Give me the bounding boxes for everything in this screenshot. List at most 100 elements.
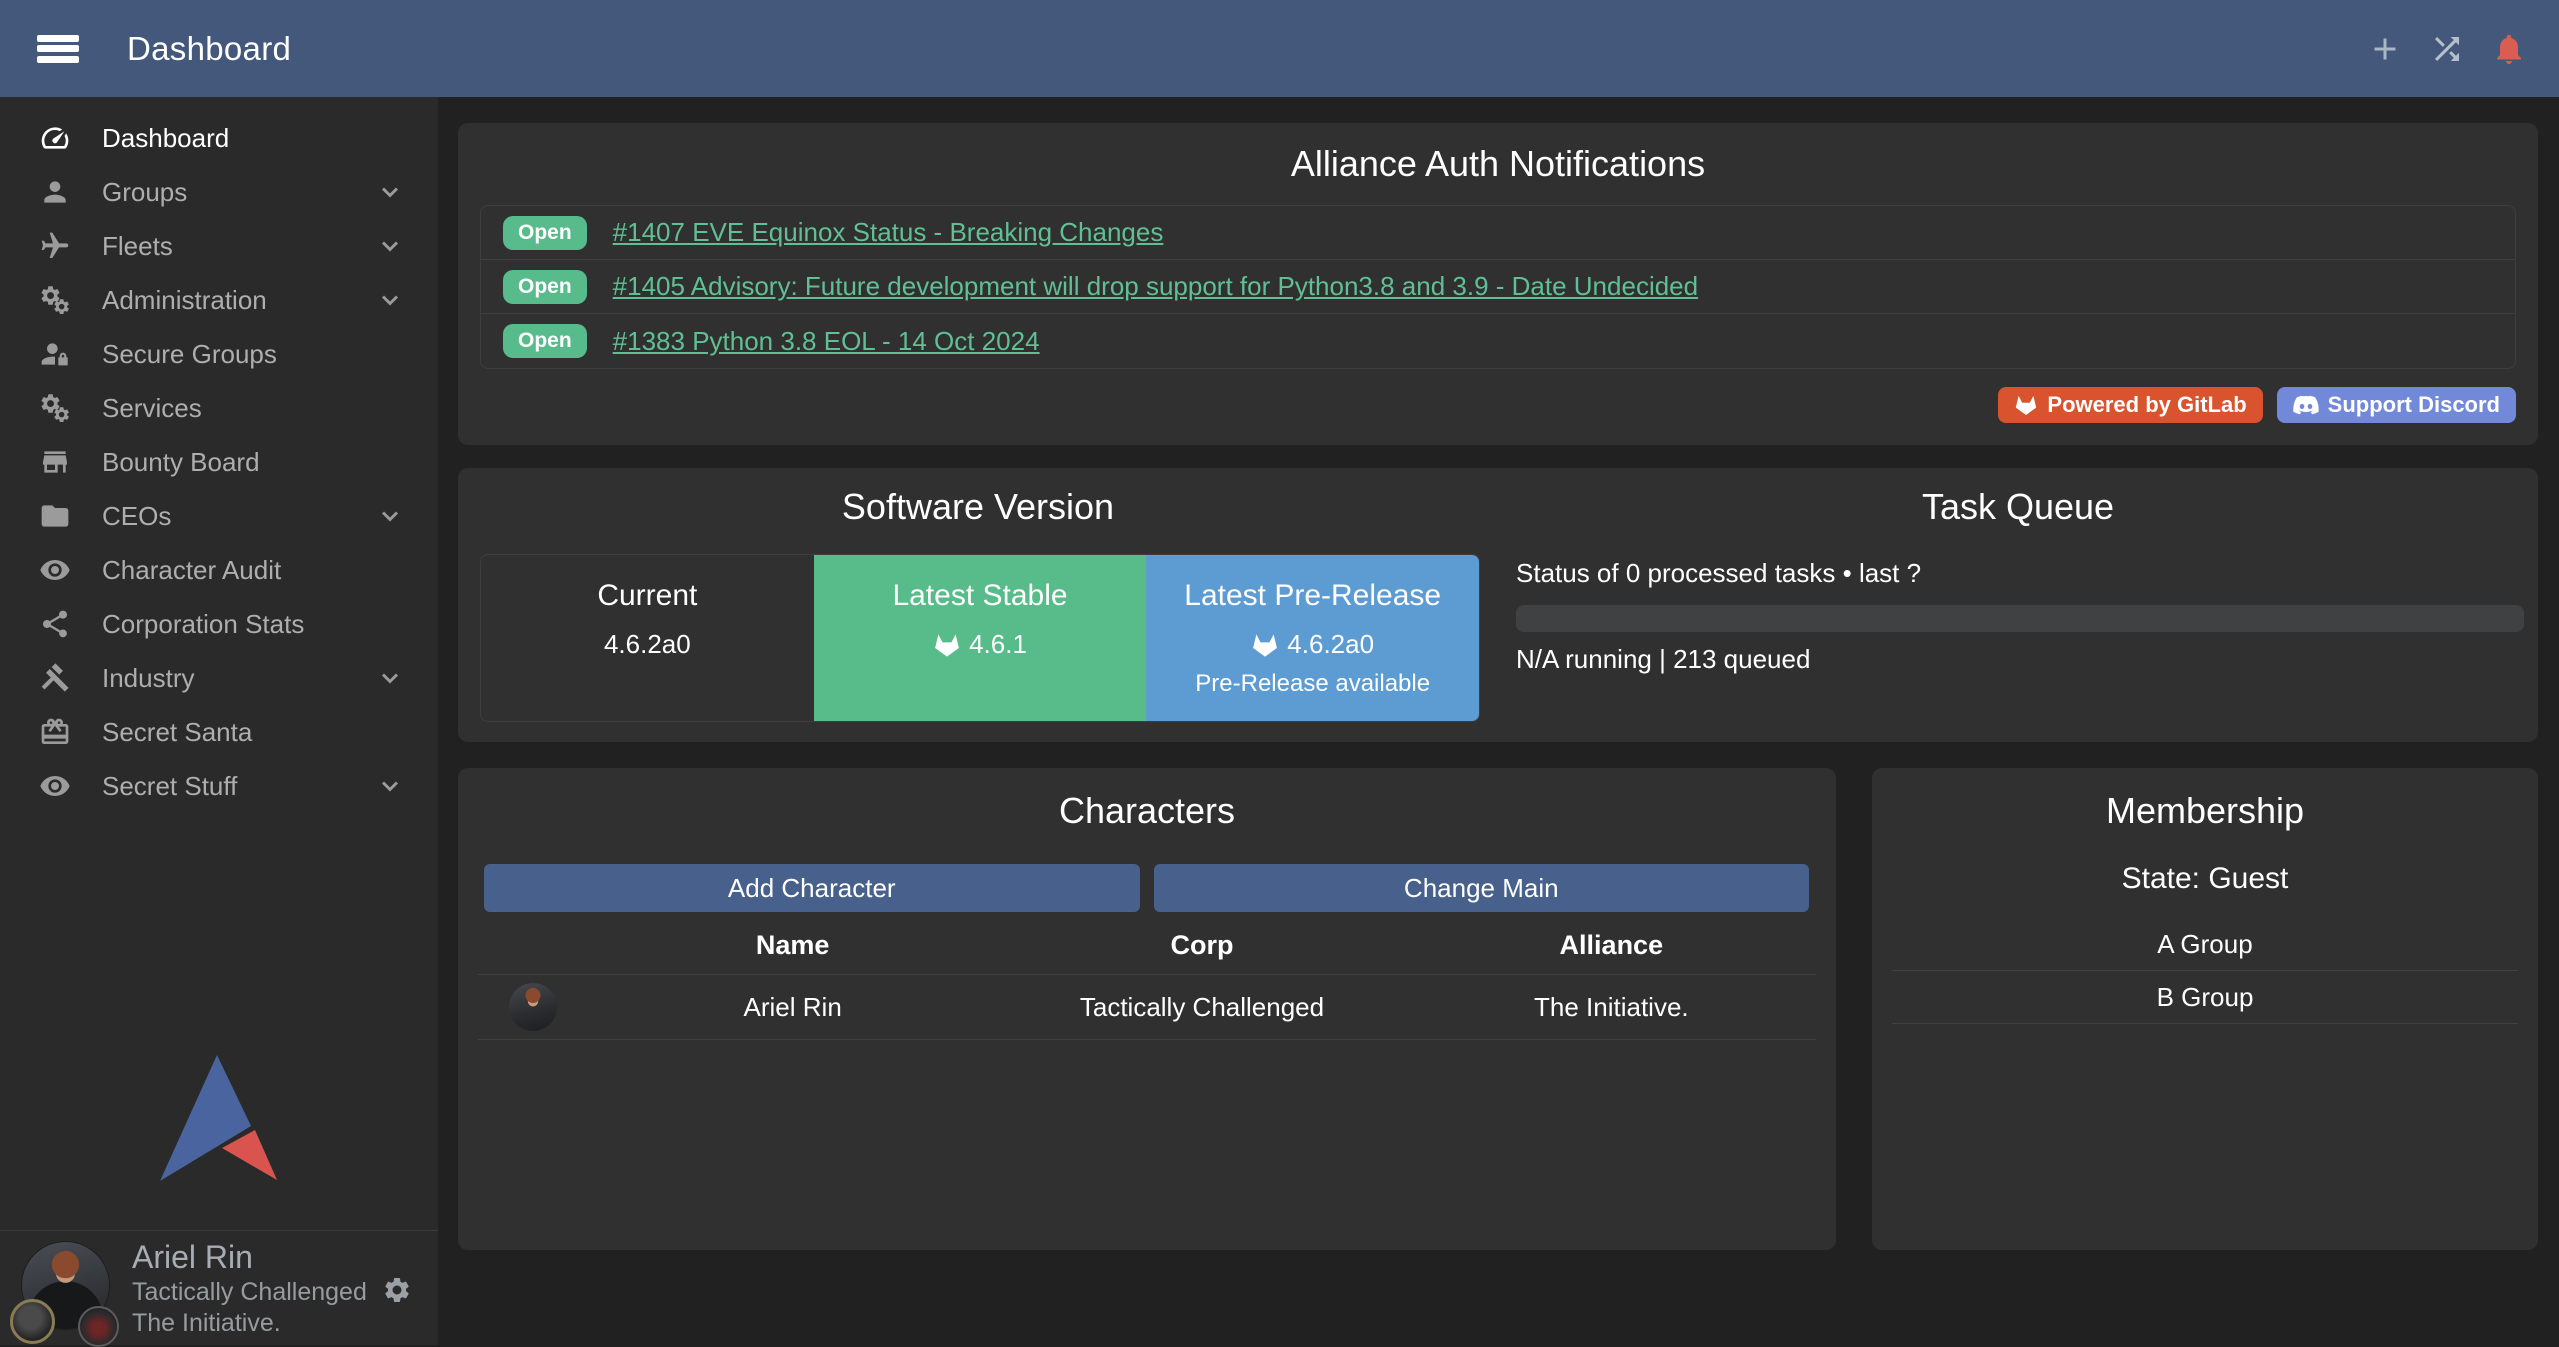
- column-header: Name: [588, 930, 997, 961]
- alliance-auth-logo: [158, 1053, 280, 1185]
- notification-link[interactable]: #1405 Advisory: Future development will …: [613, 271, 1698, 302]
- share-nodes-icon: [38, 607, 72, 641]
- sidebar-item-label: Industry: [102, 663, 195, 694]
- membership-panel: Membership State: Guest A Group B Group: [1872, 768, 2538, 1250]
- gear-icon[interactable]: [382, 1275, 412, 1305]
- user-icon: [38, 175, 72, 209]
- sidebar-item-label: Fleets: [102, 231, 173, 262]
- sidebar-item-groups[interactable]: Groups: [0, 165, 438, 219]
- version-value: 4.6.2a0: [604, 629, 691, 660]
- chevron-down-icon: [376, 178, 404, 206]
- task-queue-counts: N/A running | 213 queued: [1516, 644, 2538, 675]
- sidebar-item-secret-stuff[interactable]: Secret Stuff: [0, 759, 438, 813]
- sidebar-item-label: Character Audit: [102, 555, 281, 586]
- software-version-task-queue-panel: Software Version Current 4.6.2a0 Latest …: [458, 468, 2538, 742]
- group-list: A Group B Group: [1892, 918, 2518, 1024]
- sidebar-item-label: Secret Santa: [102, 717, 252, 748]
- characters-title: Characters: [458, 768, 1836, 832]
- support-discord-badge[interactable]: Support Discord: [2277, 387, 2516, 423]
- prerelease-note: Pre-Release available: [1146, 670, 1479, 698]
- membership-state: State: Guest: [1872, 862, 2538, 896]
- table-row: Ariel Rin Tactically Challenged The Init…: [478, 974, 1816, 1040]
- user-name: Ariel Rin: [132, 1237, 367, 1277]
- sidebar-item-character-audit[interactable]: Character Audit: [0, 543, 438, 597]
- notifications-panel: Alliance Auth Notifications Open #1407 E…: [458, 123, 2538, 445]
- sidebar-item-dashboard[interactable]: Dashboard: [0, 111, 438, 165]
- column-header: Alliance: [1407, 930, 1816, 961]
- version-stable: Latest Stable 4.6.1: [814, 555, 1147, 721]
- sidebar-item-label: Administration: [102, 285, 267, 316]
- character-alliance: The Initiative.: [1407, 992, 1816, 1023]
- notifications-bell-icon[interactable]: [2489, 29, 2529, 69]
- hammer-icon: [38, 661, 72, 695]
- sidebar-item-label: Corporation Stats: [102, 609, 304, 640]
- chevron-down-icon: [376, 664, 404, 692]
- jet-icon: [38, 229, 72, 263]
- chevron-down-icon: [376, 286, 404, 314]
- badge-label: Powered by GitLab: [2047, 392, 2246, 418]
- sidebar-item-secure-groups[interactable]: Secure Groups: [0, 327, 438, 381]
- sidebar-item-label: Secret Stuff: [102, 771, 237, 802]
- list-item: Open #1383 Python 3.8 EOL - 14 Oct 2024: [481, 314, 2515, 368]
- gears-icon: [38, 391, 72, 425]
- column-header: Corp: [997, 930, 1406, 961]
- sidebar-item-label: Bounty Board: [102, 447, 260, 478]
- corp-logo-badge: [10, 1299, 55, 1344]
- list-item: Open #1405 Advisory: Future development …: [481, 260, 2515, 314]
- sidebar-item-label: Dashboard: [102, 123, 229, 154]
- software-version-title: Software Version: [458, 468, 1498, 528]
- powered-by-gitlab-badge[interactable]: Powered by GitLab: [1998, 387, 2262, 423]
- table-header: Name Corp Alliance: [478, 916, 1816, 974]
- list-item: Open #1407 EVE Equinox Status - Breaking…: [481, 206, 2515, 260]
- character-corp: Tactically Challenged: [997, 992, 1406, 1023]
- chevron-down-icon: [376, 772, 404, 800]
- sidebar-item-bounty-board[interactable]: Bounty Board: [0, 435, 438, 489]
- status-badge: Open: [503, 324, 587, 358]
- user-lock-icon: [38, 337, 72, 371]
- topbar-actions: [2365, 29, 2529, 69]
- version-prerelease: Latest Pre-Release 4.6.2a0 Pre-Release a…: [1146, 555, 1479, 721]
- add-icon[interactable]: [2365, 29, 2405, 69]
- add-character-button[interactable]: Add Character: [484, 864, 1140, 912]
- characters-table: Name Corp Alliance Ariel Rin Tactically …: [478, 916, 1816, 1040]
- notification-link[interactable]: #1383 Python 3.8 EOL - 14 Oct 2024: [613, 326, 1040, 357]
- gitlab-icon: [1251, 631, 1279, 659]
- notification-link[interactable]: #1407 EVE Equinox Status - Breaking Chan…: [613, 217, 1164, 248]
- sidebar: Dashboard Groups Fleets Administration S…: [0, 97, 438, 1345]
- sidebar-item-ceos[interactable]: CEOs: [0, 489, 438, 543]
- sidebar-item-label: Services: [102, 393, 202, 424]
- sidebar-item-industry[interactable]: Industry: [0, 651, 438, 705]
- task-queue-status: Status of 0 processed tasks • last ?: [1516, 558, 2538, 589]
- sidebar-item-corporation-stats[interactable]: Corporation Stats: [0, 597, 438, 651]
- gitlab-icon: [2014, 393, 2038, 417]
- status-badge: Open: [503, 216, 587, 250]
- sidebar-item-fleets[interactable]: Fleets: [0, 219, 438, 273]
- membership-title: Membership: [1872, 768, 2538, 832]
- shuffle-icon[interactable]: [2427, 29, 2467, 69]
- sidebar-item-administration[interactable]: Administration: [0, 273, 438, 327]
- eye-icon: [38, 553, 72, 587]
- top-bar: Dashboard: [0, 0, 2559, 97]
- badge-label: Support Discord: [2328, 392, 2500, 418]
- gauge-icon: [38, 121, 72, 155]
- sidebar-item-services[interactable]: Services: [0, 381, 438, 435]
- status-badge: Open: [503, 270, 587, 304]
- notifications-title: Alliance Auth Notifications: [458, 123, 2538, 185]
- discord-icon: [2293, 395, 2319, 415]
- task-queue-progress-bar: [1516, 605, 2524, 632]
- change-main-button[interactable]: Change Main: [1154, 864, 1810, 912]
- notifications-list: Open #1407 EVE Equinox Status - Breaking…: [480, 205, 2516, 369]
- version-label: Current: [481, 579, 814, 613]
- menu-toggle-icon[interactable]: [37, 30, 79, 68]
- folder-icon: [38, 499, 72, 533]
- alliance-logo-badge: [78, 1306, 119, 1347]
- task-queue-section: Task Queue Status of 0 processed tasks •…: [1498, 468, 2538, 742]
- sidebar-item-label: Secure Groups: [102, 339, 277, 370]
- version-value: 4.6.2a0: [1287, 629, 1374, 660]
- chevron-down-icon: [376, 502, 404, 530]
- sidebar-item-secret-santa[interactable]: Secret Santa: [0, 705, 438, 759]
- gitlab-icon: [933, 631, 961, 659]
- user-alliance: The Initiative.: [132, 1308, 367, 1339]
- store-icon: [38, 445, 72, 479]
- task-queue-title: Task Queue: [1498, 468, 2538, 528]
